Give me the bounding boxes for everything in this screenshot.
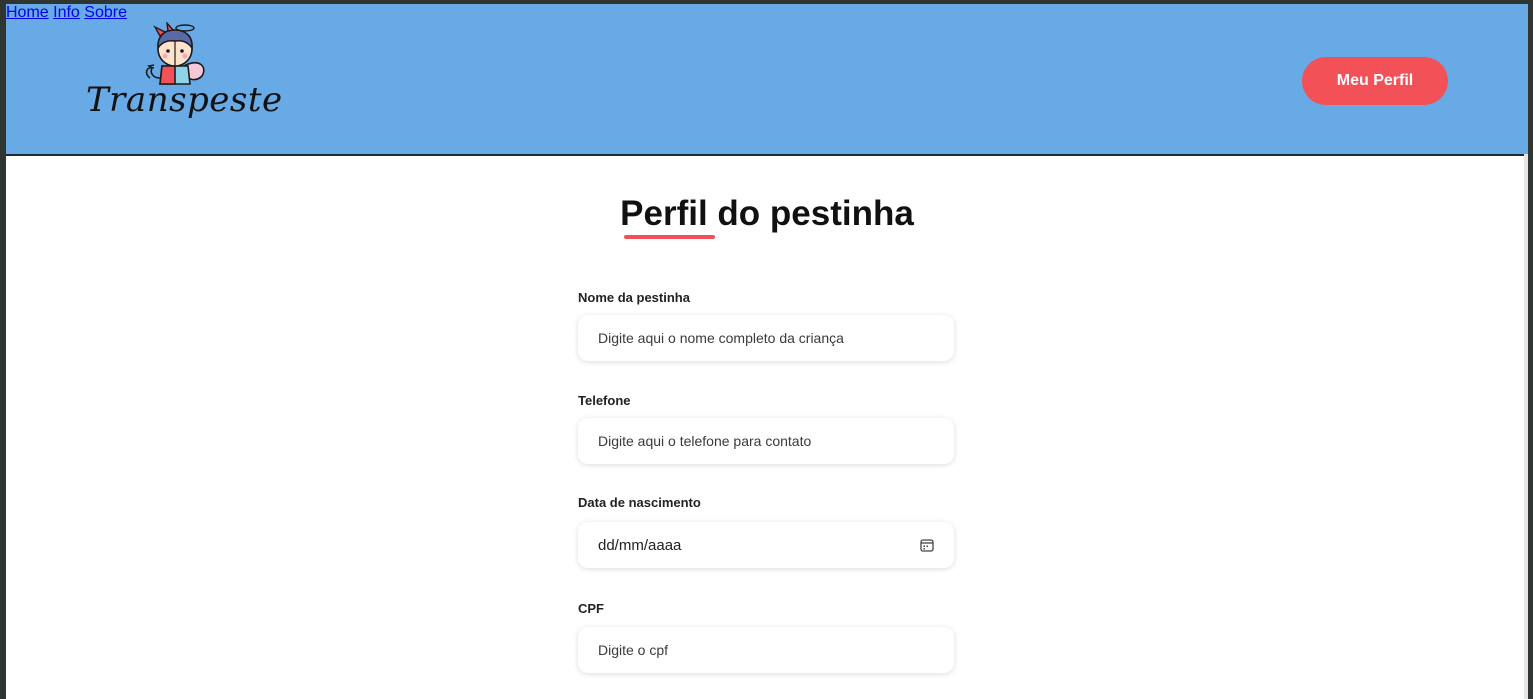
- child-name-input[interactable]: [578, 315, 954, 361]
- birthdate-value: dd/mm/aaaa: [598, 536, 682, 554]
- cpf-input[interactable]: [578, 627, 954, 673]
- title-underline: [624, 235, 715, 239]
- browser-viewport: Transpeste Home Info Sobre Meu Perfil Pe…: [6, 4, 1528, 699]
- devil-angel-mascot-icon: [145, 22, 205, 85]
- phone-label: Telefone: [578, 393, 631, 408]
- brand-name: Transpeste: [86, 80, 283, 120]
- main-nav: Home Info Sobre: [6, 4, 1528, 22]
- name-label: Nome da pestinha: [578, 290, 690, 305]
- nav-info-link[interactable]: Info: [53, 4, 80, 21]
- phone-input[interactable]: [578, 418, 954, 464]
- site-logo[interactable]: Transpeste: [84, 22, 282, 132]
- birthdate-label: Data de nascimento: [578, 495, 701, 510]
- birthdate-input[interactable]: dd/mm/aaaa: [578, 522, 954, 568]
- site-header: Transpeste Home Info Sobre Meu Perfil: [6, 4, 1528, 156]
- nav-home-link[interactable]: Home: [6, 4, 49, 21]
- my-profile-button[interactable]: Meu Perfil: [1302, 57, 1448, 105]
- cpf-label: CPF: [578, 601, 604, 616]
- page-title: Perfil do pestinha: [620, 194, 914, 233]
- calendar-icon[interactable]: [920, 538, 934, 552]
- nav-sobre-link[interactable]: Sobre: [84, 4, 127, 21]
